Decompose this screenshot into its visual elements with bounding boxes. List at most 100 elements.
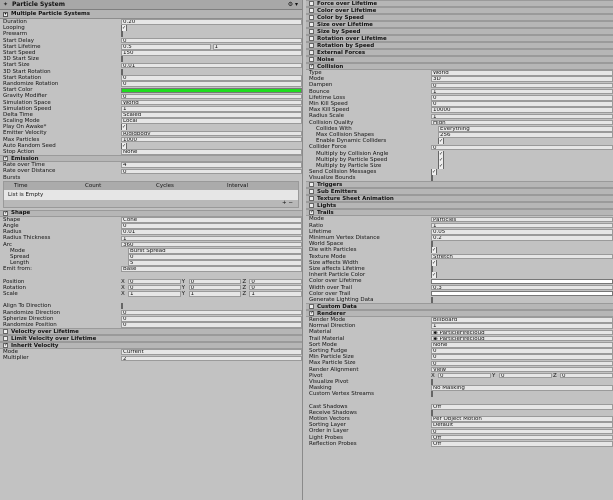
length-field[interactable]: 5 — [128, 260, 302, 266]
section-color-over-lifetime[interactable]: Color over Lifetime — [306, 7, 613, 14]
shape-field[interactable]: Cone — [121, 216, 302, 223]
spherize-direction-field[interactable]: 0 — [121, 315, 302, 322]
rotation-z-field[interactable]: 0 — [249, 284, 302, 291]
section-checkbox[interactable] — [3, 336, 8, 342]
section-rotation-by-speed[interactable]: Rotation by Speed — [306, 42, 613, 49]
section-lights[interactable]: Lights — [306, 202, 613, 210]
spread-field[interactable]: 0 — [128, 254, 302, 260]
section-checkbox[interactable]: ✓ — [309, 311, 314, 316]
texture-mode-field[interactable]: Stretch — [431, 253, 613, 260]
randomize-direction-field[interactable]: 0 — [121, 309, 302, 316]
section-checkbox[interactable] — [309, 182, 314, 188]
pivot-z-field[interactable]: 0 — [560, 372, 613, 379]
3d-start-size-checkbox[interactable] — [121, 56, 123, 63]
normal-direction-field[interactable]: 1 — [431, 323, 613, 330]
simulation-speed-field[interactable]: 1 — [121, 105, 302, 112]
3d-start-rotation-checkbox[interactable] — [121, 68, 123, 75]
mode-field[interactable]: Burst Spread — [128, 247, 302, 254]
section-checkbox[interactable] — [309, 8, 314, 13]
sort-mode-field[interactable]: None — [431, 342, 613, 348]
radius-field[interactable]: 0.01 — [121, 229, 302, 235]
section-checkbox[interactable] — [309, 29, 314, 34]
stop-action-field[interactable]: None — [121, 149, 302, 155]
world-space-checkbox[interactable] — [431, 241, 433, 248]
delta-time-field[interactable]: Scaled — [121, 112, 302, 118]
section-checkbox[interactable] — [309, 196, 314, 202]
render-mode-field[interactable]: Billboard — [431, 317, 613, 323]
collision-quality-field[interactable]: High — [431, 119, 613, 126]
play-on-awake-checkbox[interactable]: ✓ — [121, 124, 128, 131]
start-rotation-field[interactable]: 0 — [121, 74, 302, 81]
motion-vectors-field[interactable]: Per Object Motion — [431, 416, 613, 422]
enable-dynamic-colliders-checkbox[interactable]: ✓ — [438, 138, 445, 145]
section-checkbox[interactable] — [309, 57, 314, 62]
visualize-pivot-checkbox[interactable] — [431, 378, 433, 385]
color-over-lifetime-color-field[interactable] — [431, 278, 613, 284]
position-y-field[interactable]: 0 — [188, 278, 242, 285]
dampen-field[interactable]: 0 — [431, 82, 613, 89]
start-lifetime-max-field[interactable]: 1 — [212, 44, 302, 50]
section-checkbox[interactable] — [309, 15, 314, 20]
section-collision[interactable]: ✓ Collision — [306, 63, 613, 70]
order-in-layer-field[interactable]: 0 — [431, 428, 613, 435]
section-trails[interactable]: ✓ Trails — [306, 209, 613, 217]
duration-field[interactable]: 0.20 — [121, 19, 302, 25]
color-over-trail-color-field[interactable] — [431, 291, 613, 297]
section-inherit-velocity[interactable]: ✓ Inherit Velocity — [0, 342, 302, 350]
multiply-by-particle-speed-checkbox[interactable]: ✓ — [438, 156, 445, 163]
section-external-forces[interactable]: External Forces — [306, 49, 613, 56]
rotation-x-field[interactable]: 0 — [128, 284, 181, 291]
trail-material-field[interactable]: ◉ ParticleFirecloud — [431, 335, 613, 342]
sorting-fudge-field[interactable]: 0 — [431, 348, 613, 354]
section-checkbox[interactable] — [3, 329, 8, 335]
rate-over-distance-field[interactable]: 0 — [121, 168, 302, 175]
section-color-by-speed[interactable]: Color by Speed — [306, 14, 613, 21]
mode-field[interactable]: Current — [121, 349, 302, 355]
send-collision-messages-checkbox[interactable]: ✓ — [431, 169, 438, 176]
section-size-over-lifetime[interactable]: Size over Lifetime — [306, 21, 613, 28]
expand-toggle[interactable]: ▾ — [3, 11, 8, 17]
simulation-space-field[interactable]: World — [121, 99, 302, 106]
render-alignment-field[interactable]: View — [431, 366, 613, 373]
section-sub-emitters[interactable]: Sub Emitters — [306, 188, 613, 196]
settings-gear-icon[interactable]: ⚙ ▾ — [288, 1, 302, 8]
position-z-field[interactable]: 0 — [249, 278, 302, 285]
section-checkbox[interactable] — [309, 203, 314, 209]
section-velocity-over-lifetime[interactable]: Velocity over Lifetime — [0, 328, 302, 336]
reflection-probes-field[interactable]: Off — [431, 441, 613, 447]
section-checkbox[interactable] — [309, 22, 314, 27]
receive-shadows-checkbox[interactable] — [431, 409, 433, 416]
collider-force-field[interactable]: 0 — [431, 144, 613, 151]
type-field[interactable]: World — [431, 70, 613, 76]
max-collision-shapes-field[interactable]: 256 — [438, 132, 613, 138]
multiple-systems-header[interactable]: ▾ Multiple Particle Systems — [0, 10, 302, 19]
section-shape[interactable]: ✓ Shape — [0, 209, 302, 217]
collides-with-field[interactable]: Everything — [438, 125, 613, 132]
size-affects-width-checkbox[interactable]: ✓ — [431, 259, 438, 266]
start-delay-field[interactable]: 0 — [121, 37, 302, 44]
section-checkbox[interactable] — [309, 1, 314, 6]
section-checkbox[interactable] — [309, 43, 314, 48]
width-over-trail-field[interactable]: 0.3 — [431, 284, 613, 291]
generate-lighting-data-checkbox[interactable] — [431, 296, 433, 303]
ratio-field[interactable]: 1 — [431, 222, 613, 229]
material-field[interactable]: ◉ ParticleFirecloud — [431, 329, 613, 336]
section-checkbox[interactable]: ✓ — [3, 210, 8, 216]
die-with-particles-checkbox[interactable]: ✓ — [431, 247, 438, 254]
section-emission[interactable]: ✓ Emission — [0, 155, 302, 163]
section-limit-velocity-over-lifetime[interactable]: Limit Velocity over Lifetime — [0, 335, 302, 343]
size-affects-lifetime-checkbox[interactable] — [431, 265, 433, 272]
start-lifetime-field[interactable]: 0.5 — [121, 44, 211, 50]
prewarm-checkbox[interactable] — [121, 31, 123, 38]
section-checkbox[interactable] — [309, 304, 314, 309]
angle-field[interactable]: 0 — [121, 223, 302, 229]
masking-field[interactable]: No Masking — [431, 385, 613, 391]
section-custom-data[interactable]: Custom Data — [306, 303, 613, 310]
randomize-rotation-field[interactable]: 0 — [121, 81, 302, 87]
section-rotation-over-lifetime[interactable]: Rotation over Lifetime — [306, 35, 613, 42]
section-noise[interactable]: Noise — [306, 56, 613, 63]
multiply-by-collision-angle-checkbox[interactable]: ✓ — [438, 150, 445, 157]
scale-x-field[interactable]: 1 — [128, 291, 181, 297]
emitter-velocity-field[interactable]: Rigidbody — [121, 130, 302, 137]
section-checkbox[interactable] — [309, 50, 314, 55]
